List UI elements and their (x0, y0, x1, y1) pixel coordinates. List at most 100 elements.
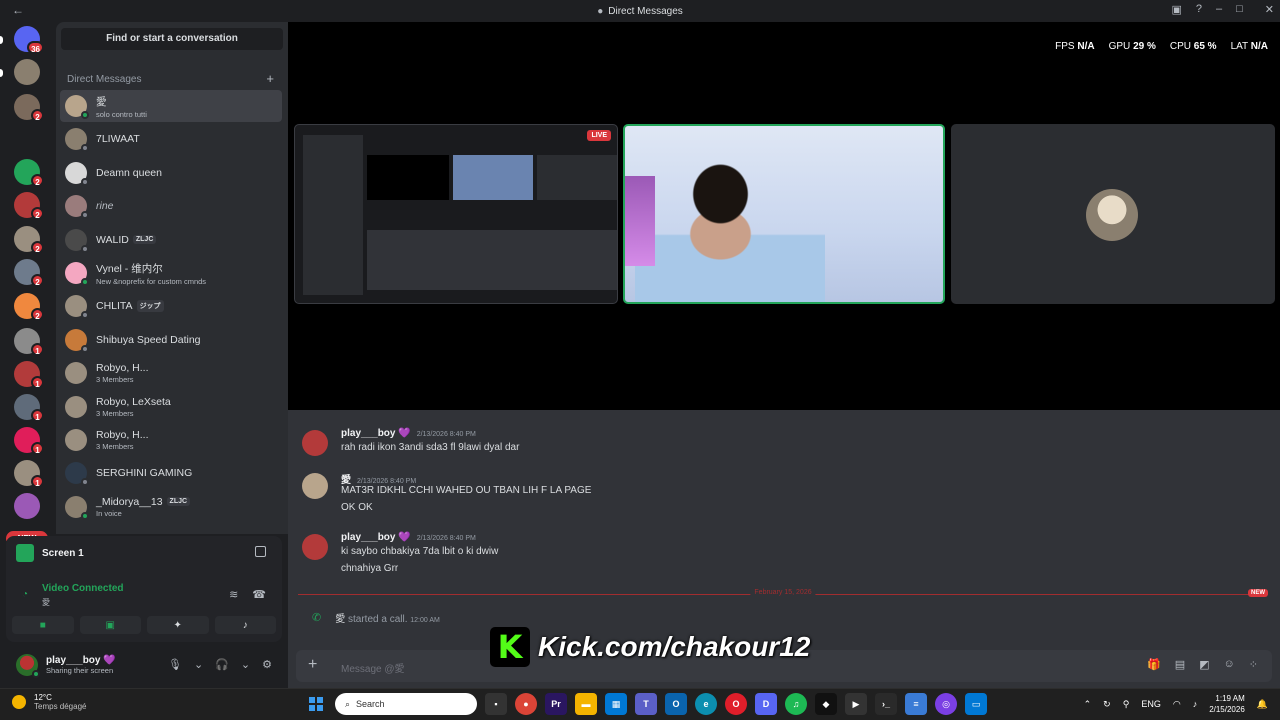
mention-badge: 1 (31, 409, 44, 422)
server-item-server-5[interactable]: 2 (0, 226, 56, 254)
outlook-icon[interactable]: O (665, 693, 687, 715)
server-item-server-12[interactable]: 1 (0, 460, 56, 488)
inbox-icon[interactable]: ▣ (1171, 3, 1181, 16)
message-author[interactable]: play___boy 💜 (341, 428, 411, 439)
network-icon[interactable]: ⚲ (1123, 699, 1130, 710)
camera-tile[interactable] (623, 124, 945, 304)
back-arrow-icon[interactable]: ← (12, 3, 24, 17)
popout-icon[interactable] (255, 546, 266, 557)
dm-item[interactable]: Shibuya Speed Dating (60, 324, 282, 356)
task-view-icon[interactable]: ▪ (485, 693, 507, 715)
maximize-icon[interactable]: □ (1236, 3, 1243, 16)
screen-share-button[interactable]: ▣ (79, 616, 141, 634)
server-item-server-8[interactable]: 1 (0, 328, 56, 356)
opera-icon[interactable]: O (725, 693, 747, 715)
help-icon[interactable]: ? (1196, 3, 1202, 16)
server-item-server-13[interactable] (0, 493, 56, 521)
message-avatar[interactable] (302, 473, 328, 499)
disconnect-icon[interactable]: ☎ (252, 588, 266, 601)
spotify-icon[interactable]: ♫ (785, 693, 807, 715)
wifi-icon[interactable]: ◠ (1173, 699, 1181, 710)
minimize-icon[interactable]: – (1216, 3, 1222, 16)
obs-icon[interactable]: ◎ (935, 693, 957, 715)
close-icon[interactable]: ✕ (1265, 3, 1274, 16)
taskbar-search[interactable]: ⌕ Search (335, 693, 477, 715)
message-input[interactable]: Message @愛 (341, 660, 405, 675)
dm-item[interactable]: Deamn queen (60, 157, 282, 189)
chevron-down-icon[interactable]: ⌄ (194, 658, 203, 671)
dm-item[interactable]: 7LIWAAT (60, 123, 282, 155)
chrome-icon[interactable]: ● (515, 693, 537, 715)
message-author[interactable]: play___boy 💜 (341, 532, 411, 543)
participant-video (635, 146, 825, 302)
message-avatar[interactable] (302, 534, 328, 560)
clock[interactable]: 1:19 AM 2/15/2026 (1209, 693, 1245, 715)
server-item-server-11[interactable]: 1 (0, 427, 56, 455)
windows-start-icon[interactable] (305, 693, 327, 715)
notification-bell-icon[interactable]: 🔔 (1257, 699, 1268, 710)
server-item-server-10[interactable]: 1 (0, 394, 56, 422)
dm-item[interactable]: Robyo, LeXseta 3 Members (60, 391, 282, 423)
server-item-server-1[interactable] (0, 59, 56, 87)
capcut-icon[interactable]: ◆ (815, 693, 837, 715)
server-item-server-6[interactable]: 2 (0, 259, 56, 287)
find-conversation-button[interactable]: Find or start a conversation (61, 28, 283, 50)
participant-tile[interactable] (951, 124, 1275, 304)
store-icon[interactable]: ▦ (605, 693, 627, 715)
fps-label: FPS (1055, 41, 1075, 52)
activities-button[interactable]: ✦ (147, 616, 209, 634)
chevron-up-icon[interactable]: ⌃ (1084, 699, 1092, 710)
microphone-icon[interactable]: 🎙 (168, 658, 182, 671)
screen-share-tile[interactable]: LIVE (294, 124, 618, 304)
file-explorer-icon[interactable]: ▬ (575, 693, 597, 715)
server-item-server-2[interactable]: 2 (0, 94, 56, 122)
server-item-server-9[interactable]: 1 (0, 361, 56, 389)
message-avatar[interactable] (302, 430, 328, 456)
edge-icon[interactable]: e (695, 693, 717, 715)
server-item-server-4[interactable]: 2 (0, 192, 56, 220)
sticker-icon[interactable]: ◩ (1199, 658, 1209, 671)
dm-item[interactable]: Vynel - 维内尔 New &noprefix for custom cmnd… (60, 257, 282, 289)
gift-icon[interactable]: 🎁 (1147, 658, 1161, 671)
voice-channel-name[interactable]: 愛 (42, 597, 50, 608)
terminal-2-icon[interactable]: ›_ (875, 693, 897, 715)
message-author[interactable]: 愛 (341, 471, 351, 486)
dm-item[interactable]: SERGHINI GAMING (60, 457, 282, 489)
emoji-icon[interactable]: ☺ (1224, 658, 1235, 671)
teams-icon[interactable]: T (635, 693, 657, 715)
stream-preview[interactable]: Screen 1 (16, 544, 84, 562)
gif-icon[interactable]: ▤ (1175, 658, 1185, 671)
chevron-down-icon[interactable]: ⌄ (241, 658, 250, 671)
notepad-icon[interactable]: ≡ (905, 693, 927, 715)
dm-item[interactable]: WALID ZLJC (60, 224, 282, 256)
headphones-icon[interactable]: 🎧 (215, 658, 229, 671)
dm-item[interactable]: 愛 solo contro tutti (60, 90, 282, 122)
server-item-server-3[interactable]: 2 (0, 159, 56, 187)
attach-plus-icon[interactable]: + (308, 656, 317, 674)
server-item-server-7[interactable]: 2 (0, 293, 56, 321)
dm-item[interactable]: rine (60, 190, 282, 222)
terminal-icon[interactable]: ▶ (845, 693, 867, 715)
user-avatar[interactable] (16, 654, 40, 678)
volume-icon[interactable]: ♪ (1193, 699, 1198, 709)
plus-icon[interactable]: + (266, 71, 274, 86)
sync-icon[interactable]: ↻ (1103, 699, 1111, 710)
remote-desktop-icon[interactable]: ▭ (965, 693, 987, 715)
server-item-discord-home[interactable]: 36 (0, 26, 56, 54)
discord-taskbar-icon[interactable]: D (755, 693, 777, 715)
dm-item[interactable]: Robyo, H... 3 Members (60, 357, 282, 389)
dm-item[interactable]: _Midorya__13 ZLJC In voice (60, 491, 282, 523)
dm-item[interactable]: CHLITA ジップ (60, 290, 282, 322)
noise-suppression-icon[interactable]: ≋ (229, 588, 238, 601)
signal-icon[interactable]: ◔ (22, 589, 28, 600)
apps-icon[interactable]: ⁘ (1249, 658, 1258, 671)
dm-item[interactable]: Robyo, H... 3 Members (60, 424, 282, 456)
premiere-icon[interactable]: Pr (545, 693, 567, 715)
camera-button[interactable]: ■ (12, 616, 74, 634)
language-indicator[interactable]: ENG (1141, 699, 1161, 709)
settings-gear-icon[interactable]: ⚙ (262, 658, 272, 671)
weather-widget[interactable]: 12°C Temps dégagé (12, 693, 86, 711)
system-author[interactable]: 愛 (335, 614, 345, 625)
soundboard-button[interactable]: ♪ (214, 616, 276, 634)
dm-name: Robyo, LeXseta (96, 395, 171, 408)
